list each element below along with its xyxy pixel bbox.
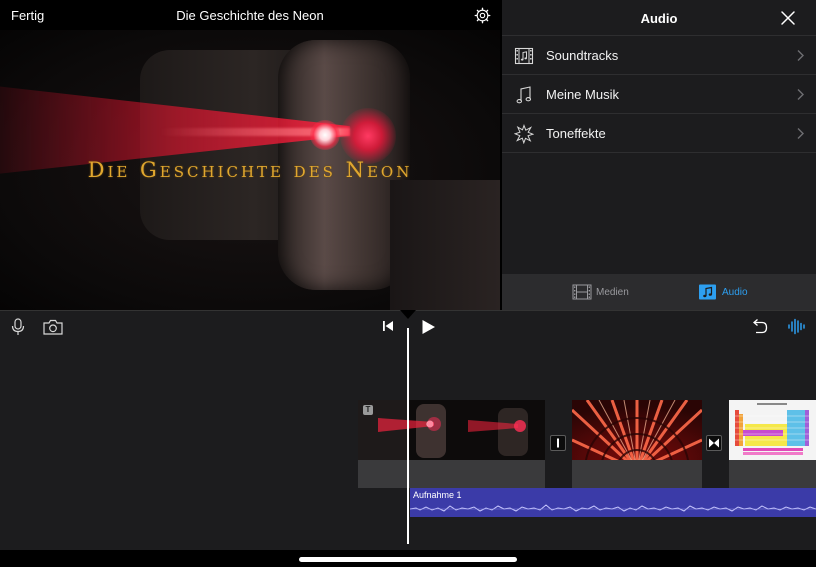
undo-icon[interactable] bbox=[751, 318, 768, 335]
project-title: Die Geschichte des Neon bbox=[176, 8, 324, 23]
clip-thumbnail bbox=[358, 400, 545, 460]
chevron-right-icon bbox=[797, 89, 804, 100]
chevron-right-icon bbox=[797, 128, 804, 139]
playhead-notch bbox=[400, 310, 416, 319]
close-icon[interactable] bbox=[780, 10, 796, 26]
clip-audio-strip bbox=[729, 460, 816, 488]
cut-transition-icon bbox=[557, 438, 559, 448]
tab-label: Audio bbox=[722, 287, 748, 298]
clip-audio-strip bbox=[572, 460, 702, 488]
clip-thumbnail bbox=[729, 400, 816, 460]
menu-item-label: Toneffekte bbox=[546, 126, 606, 141]
viewer-header: Fertig Die Geschichte des Neon bbox=[0, 0, 500, 30]
video-viewer: Fertig Die Geschichte des Neon Die Gesch… bbox=[0, 0, 500, 310]
film-icon bbox=[572, 284, 592, 300]
settings-gear-icon[interactable] bbox=[474, 7, 491, 24]
menu-item-soundtracks[interactable]: Soundtracks bbox=[502, 36, 816, 75]
audio-category-list: Soundtracks Meine Musik Toneffekte bbox=[502, 36, 816, 153]
skip-to-start-icon[interactable] bbox=[382, 320, 394, 332]
microphone-icon[interactable] bbox=[11, 318, 25, 336]
panel-header: Audio bbox=[502, 0, 816, 36]
menu-item-my-music[interactable]: Meine Musik bbox=[502, 75, 816, 114]
tab-label: Medien bbox=[596, 287, 629, 298]
video-clip-neon-lights[interactable] bbox=[572, 400, 702, 488]
audio-panel: Audio Soundtracks Meine Musik Toneffekte… bbox=[502, 0, 816, 310]
music-note-icon bbox=[516, 86, 532, 104]
clip-thumbnail bbox=[572, 400, 702, 460]
audio-waveform-icon[interactable] bbox=[787, 318, 807, 335]
audio-waveform bbox=[410, 504, 816, 512]
video-clip-periodic-table[interactable] bbox=[729, 400, 816, 488]
menu-item-sound-effects[interactable]: Toneffekte bbox=[502, 114, 816, 153]
audio-clip-recording[interactable]: Aufnahme 1 bbox=[410, 488, 816, 517]
chevron-right-icon bbox=[797, 50, 804, 61]
apparatus-base bbox=[390, 180, 500, 310]
camera-icon[interactable] bbox=[43, 319, 63, 335]
video-overlay-title: Die Geschichte des Neon bbox=[87, 158, 413, 182]
laser-spot bbox=[310, 120, 340, 150]
video-clip-neon-title[interactable] bbox=[358, 400, 545, 488]
video-preview[interactable]: Die Geschichte des Neon bbox=[0, 30, 500, 310]
menu-item-label: Soundtracks bbox=[546, 48, 619, 63]
transition-dissolve-button[interactable] bbox=[706, 435, 722, 451]
title-indicator-icon: T bbox=[363, 405, 373, 415]
home-indicator[interactable] bbox=[299, 557, 517, 562]
play-icon[interactable] bbox=[421, 319, 436, 335]
playhead[interactable] bbox=[407, 328, 409, 544]
menu-item-label: Meine Musik bbox=[546, 87, 619, 102]
clip-audio-strip bbox=[358, 460, 545, 488]
sound-effects-icon bbox=[514, 124, 534, 144]
dissolve-transition-icon bbox=[709, 438, 719, 448]
music-note-icon bbox=[699, 284, 716, 300]
tab-audio[interactable]: Audio bbox=[698, 274, 758, 310]
tab-media[interactable]: Medien bbox=[570, 274, 640, 310]
film-music-icon bbox=[514, 47, 534, 65]
transition-cut-button[interactable] bbox=[550, 435, 566, 451]
audio-clip-label: Aufnahme 1 bbox=[413, 490, 462, 500]
panel-tab-bar: Medien Audio bbox=[502, 274, 816, 310]
panel-title: Audio bbox=[640, 11, 678, 26]
laser-glow bbox=[340, 108, 396, 164]
